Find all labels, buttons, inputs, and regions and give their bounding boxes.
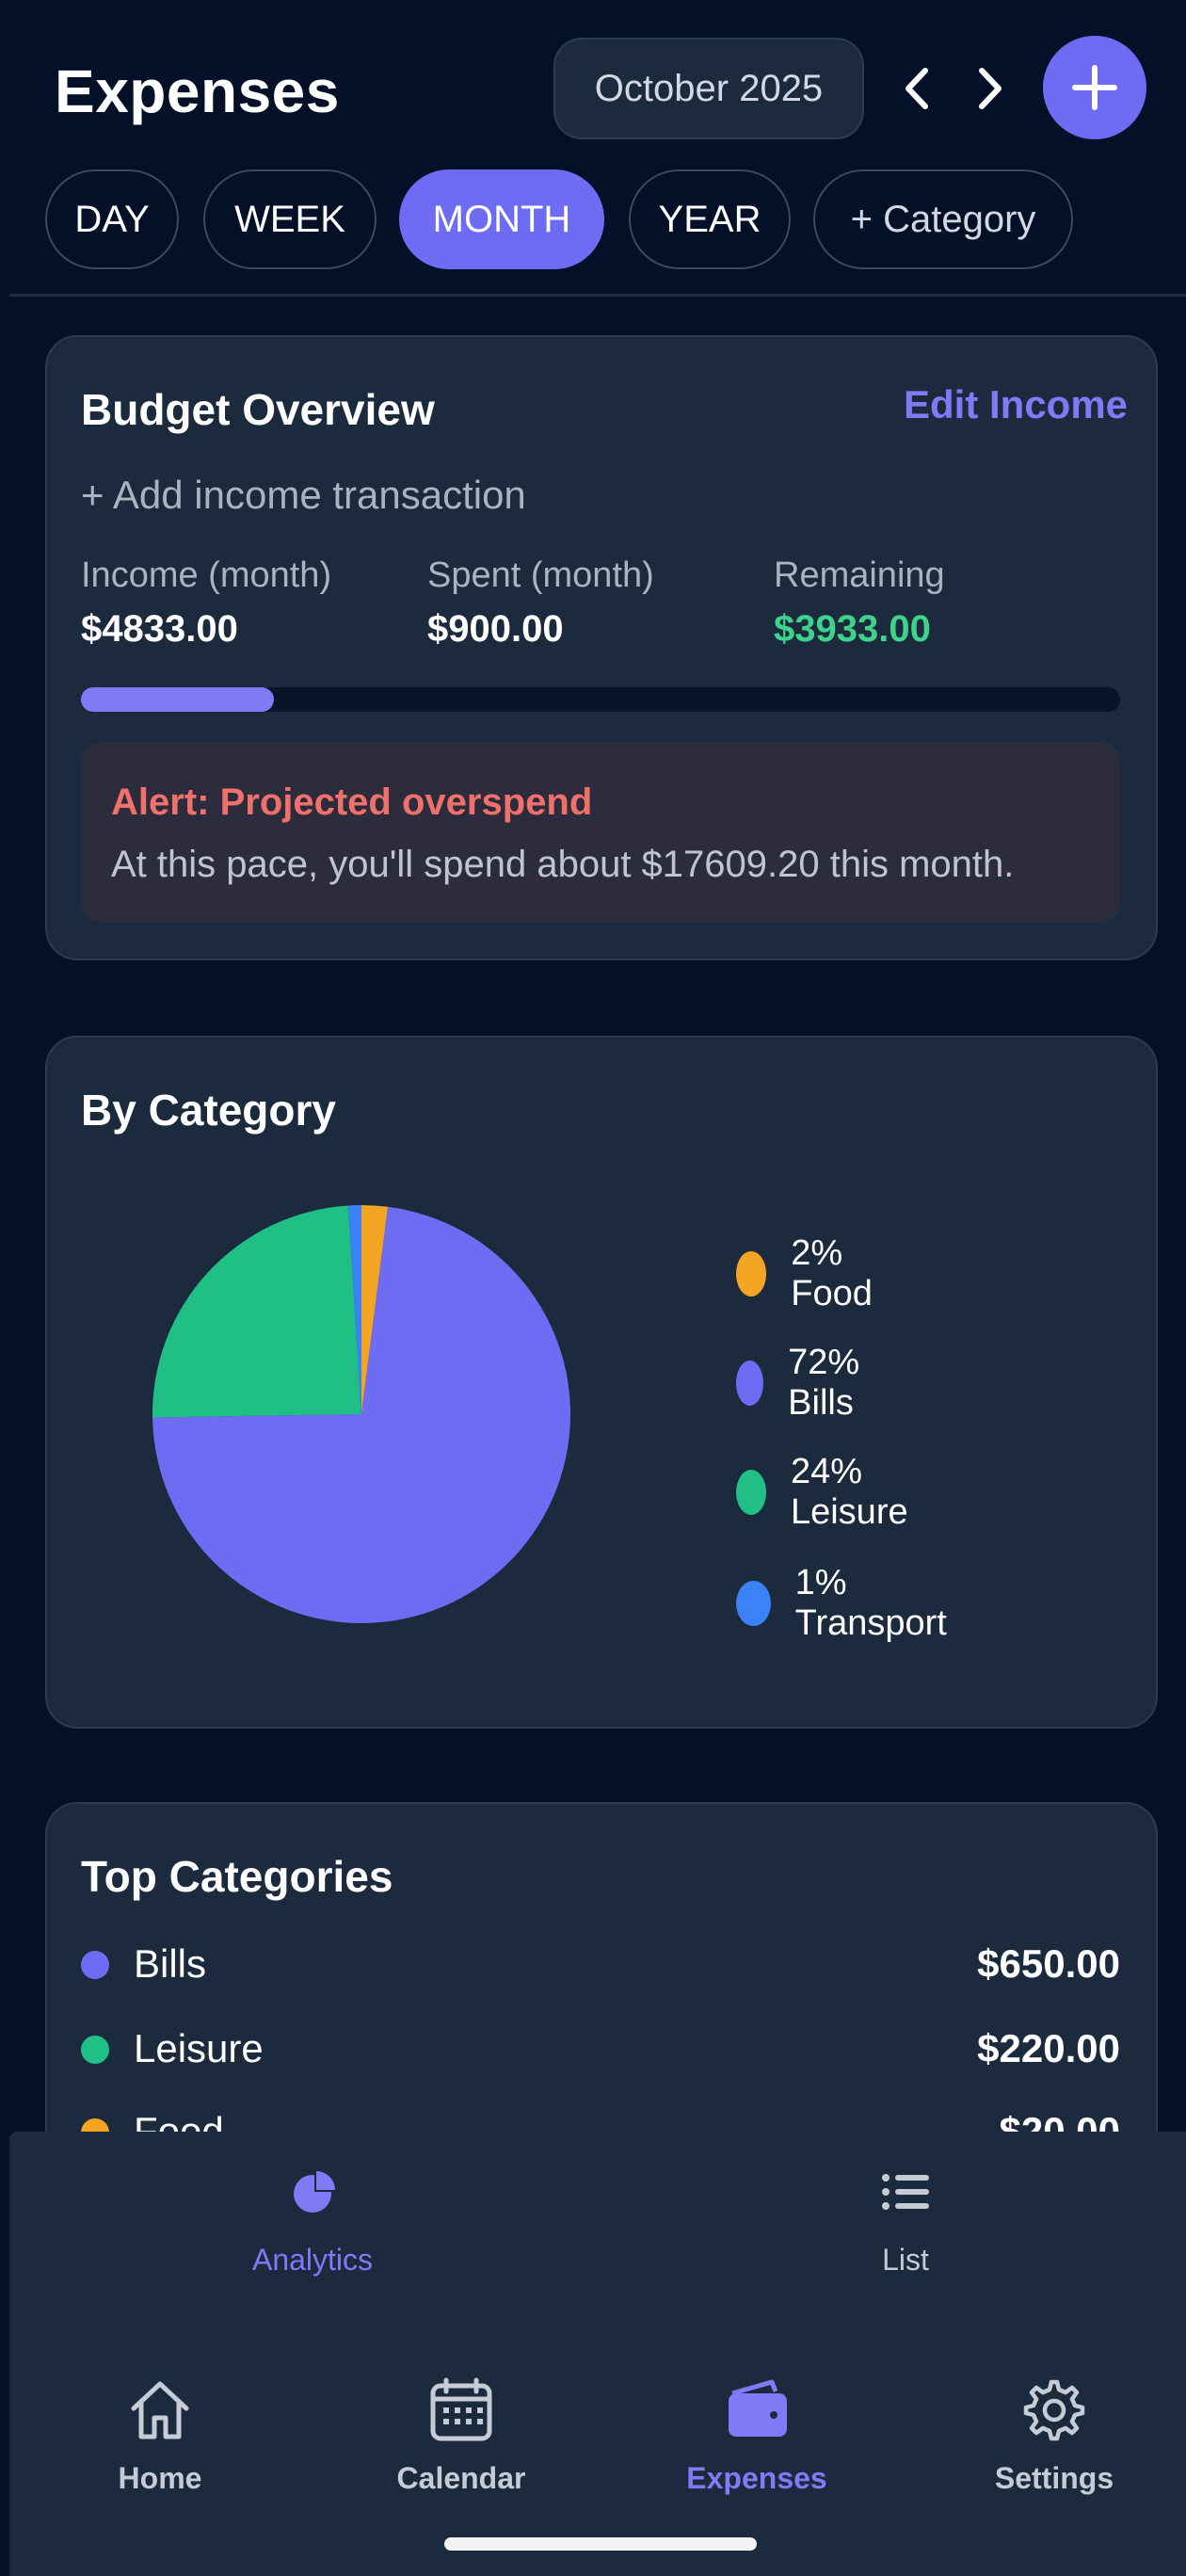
remaining-value: $3933.00 (774, 608, 931, 650)
plus-icon (1072, 65, 1117, 110)
tab-week[interactable]: WEEK (203, 169, 377, 269)
category-amount: $650.00 (977, 1941, 1120, 1986)
spent-label: Spent (month) (427, 555, 654, 595)
legend-dot-food (736, 1251, 767, 1296)
nav-home-label: Home (118, 2461, 202, 2495)
alert-title: Alert: Projected overspend (111, 781, 593, 823)
add-category-button[interactable]: + Category (813, 169, 1073, 269)
legend-item-bills: 72% Bills (736, 1343, 877, 1424)
category-row[interactable]: Bills $650.00 (81, 1938, 1120, 2000)
nav-calendar-label: Calendar (396, 2461, 526, 2495)
legend-dot-bills (736, 1360, 764, 1406)
category-dot-bills (81, 1951, 109, 1979)
nav-calendar[interactable]: Calendar (358, 2376, 565, 2508)
add-income-link[interactable]: + Add income transaction (81, 473, 526, 518)
list-label: List (882, 2243, 929, 2277)
analytics-label: Analytics (251, 2243, 374, 2277)
tab-year[interactable]: YEAR (629, 169, 791, 269)
tab-day[interactable]: DAY (45, 169, 179, 269)
category-dot-leisure (81, 2036, 109, 2064)
legend-label-food: 2% Food (791, 1233, 873, 1313)
tab-month[interactable]: MONTH (399, 169, 604, 269)
calendar-icon (430, 2377, 492, 2441)
analytics-tab[interactable]: Analytics (179, 2169, 446, 2301)
spent-value: $900.00 (427, 608, 564, 650)
wallet-icon (729, 2379, 787, 2437)
view-toggle-bar: Analytics List (9, 2132, 1186, 2358)
edit-income-link[interactable]: Edit Income (904, 382, 1128, 427)
by-category-title: By Category (81, 1086, 336, 1135)
legend-item-transport: 1% Transport (736, 1563, 957, 1644)
home-icon (131, 2381, 189, 2439)
chevron-left-icon[interactable] (889, 55, 945, 122)
income-value: $4833.00 (81, 608, 238, 650)
chevron-right-icon[interactable] (962, 55, 1018, 122)
category-name: Leisure (134, 2026, 264, 2070)
nav-home[interactable]: Home (66, 2376, 254, 2508)
list-tab[interactable]: List (772, 2169, 1039, 2301)
legend-dot-transport (736, 1581, 771, 1626)
legend-item-food: 2% Food (736, 1233, 888, 1314)
nav-expenses-label: Expenses (686, 2461, 827, 2495)
budget-overview-title: Budget Overview (81, 385, 435, 434)
gear-icon (1023, 2379, 1085, 2441)
income-label: Income (month) (81, 555, 332, 595)
category-pie-chart (152, 1205, 571, 1624)
legend-dot-leisure (736, 1470, 766, 1515)
pie-slice-leisure (152, 1205, 361, 1418)
nav-settings-label: Settings (994, 2461, 1114, 2495)
category-amount: $220.00 (977, 2026, 1120, 2070)
page-title: Expenses (55, 57, 340, 125)
category-row[interactable]: Leisure $220.00 (81, 2022, 1120, 2085)
overspend-alert (81, 742, 1120, 923)
home-indicator (444, 2537, 757, 2551)
header-divider (9, 294, 1186, 297)
add-expense-button[interactable] (1043, 36, 1146, 139)
nav-settings[interactable]: Settings (951, 2376, 1158, 2508)
pie-chart-icon (294, 2171, 335, 2213)
budget-progress-fill (81, 687, 274, 712)
remaining-label: Remaining (774, 555, 945, 595)
list-icon (882, 2174, 929, 2210)
top-categories-title: Top Categories (81, 1852, 393, 1901)
category-name: Bills (134, 1941, 207, 1986)
legend-label-leisure: 24% Leisure (790, 1452, 908, 1532)
nav-expenses[interactable]: Expenses (653, 2376, 860, 2508)
period-selector[interactable]: October 2025 (553, 38, 864, 139)
legend-item-leisure: 24% Leisure (736, 1452, 923, 1533)
alert-message: At this pace, you'll spend about $17609.… (111, 844, 1015, 885)
legend-label-transport: 1% Transport (794, 1563, 947, 1643)
legend-label-bills: 72% Bills (788, 1343, 860, 1423)
